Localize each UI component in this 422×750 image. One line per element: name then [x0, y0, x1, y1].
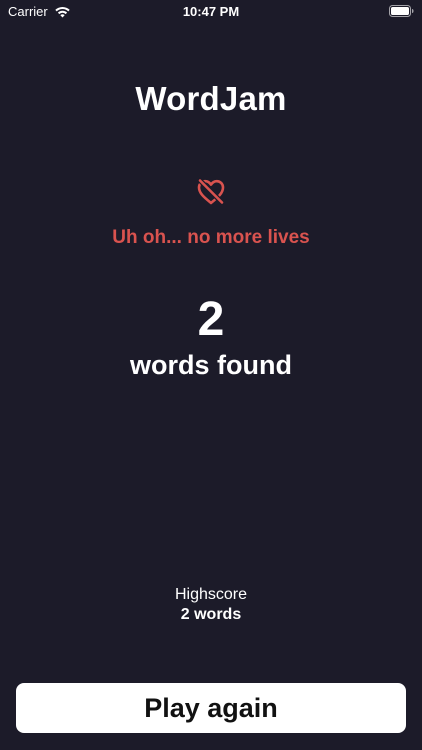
- status-bar: Carrier 10:47 PM: [0, 0, 422, 24]
- highscore-label: Highscore: [174, 586, 248, 603]
- highscore-value: 2 words: [180, 606, 242, 623]
- play-again-button[interactable]: Play again: [16, 683, 406, 733]
- score-label: words found: [130, 350, 292, 380]
- game-over-message: Uh oh... no more lives: [112, 227, 310, 248]
- app-title: WordJam: [135, 80, 287, 117]
- score-value: 2: [197, 293, 225, 346]
- heart-slash-icon: [197, 178, 225, 205]
- battery-icon: [389, 5, 414, 17]
- status-time: 10:47 PM: [182, 4, 240, 19]
